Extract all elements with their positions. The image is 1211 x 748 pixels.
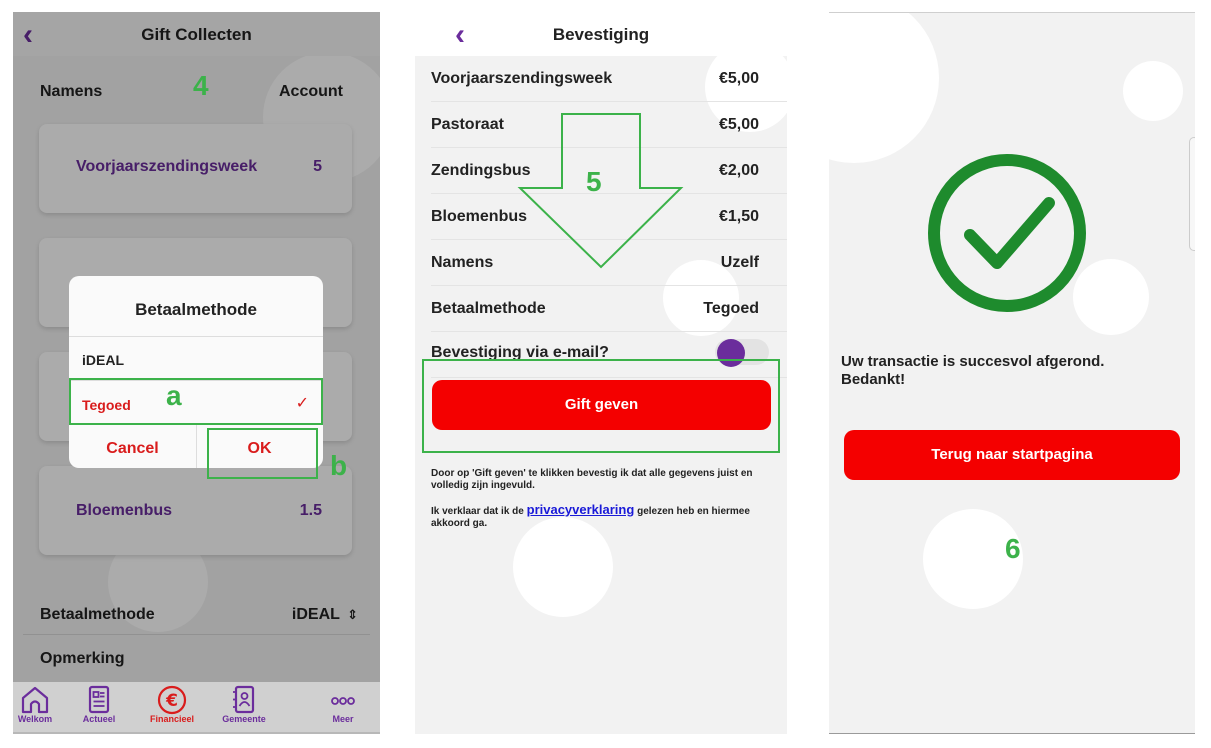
terug-naar-startpagina-button[interactable]: Terug naar startpagina xyxy=(844,430,1180,480)
disclaimer-text: Door op 'Gift geven' te klikken bevestig… xyxy=(431,468,753,491)
tab-label: Gemeente xyxy=(222,714,266,724)
row-value: €2,00 xyxy=(718,162,759,179)
transaction-success-screen: Uw transactie is succesvol afgerond. Bed… xyxy=(829,12,1195,734)
row-label: Voorjaarszendingsweek xyxy=(431,70,613,87)
row-value: €5,00 xyxy=(718,116,759,133)
summary-row: Betaalmethode Tegoed xyxy=(415,286,787,332)
tab-welkom[interactable]: Welkom xyxy=(13,684,65,724)
bottom-tab-bar: Welkom Actueel € Financieel Gemeente Mee… xyxy=(13,682,380,732)
row-label: Namens xyxy=(431,254,494,271)
privacy-text-before: Ik verklaar dat ik de xyxy=(431,506,527,517)
row-label: Bloemenbus xyxy=(431,208,528,225)
success-message: Uw transactie is succesvol afgerond. Bed… xyxy=(841,353,1105,388)
step-5-annotation: 5 xyxy=(586,166,602,197)
option-ideal[interactable]: iDEAL xyxy=(82,352,124,368)
page-title: Bevestiging xyxy=(552,25,650,44)
row-label: Betaalmethode xyxy=(431,300,546,317)
row-value: €1,50 xyxy=(718,208,759,225)
success-checkmark-icon xyxy=(928,154,1086,312)
privacyverklaring-link[interactable]: privacyverklaring xyxy=(527,502,635,517)
background-circle xyxy=(513,517,613,617)
euro-icon: € xyxy=(157,685,187,715)
more-icon xyxy=(331,697,355,705)
tab-label: Financieel xyxy=(149,714,194,724)
tab-financieel[interactable]: € Financieel xyxy=(142,684,202,724)
annotation-b: b xyxy=(330,450,348,481)
tab-meer[interactable]: Meer xyxy=(313,684,373,724)
highlight-tegoed xyxy=(69,378,323,425)
privacy-text: Ik verklaar dat ik de privacyverklaring … xyxy=(431,502,776,530)
row-value: Tegoed xyxy=(703,300,759,317)
step-4-annotation: 4 xyxy=(193,70,209,101)
contacts-icon xyxy=(233,685,255,714)
tab-label: Actueel xyxy=(82,714,116,724)
header: ‹ Bevestiging xyxy=(415,12,787,56)
annotation-a: a xyxy=(166,380,182,411)
gift-collecten-screen: ‹ Gift Collecten Namens Account Voorjaar… xyxy=(13,12,380,734)
highlight-ok xyxy=(207,428,318,479)
news-icon xyxy=(88,685,110,714)
svg-text:€: € xyxy=(165,691,178,711)
divider xyxy=(69,336,323,337)
scroll-indicator xyxy=(1189,137,1195,251)
background-circle xyxy=(829,13,939,163)
highlight-gift-geven xyxy=(422,359,780,453)
background-circle xyxy=(1123,61,1183,121)
tab-label: Welkom xyxy=(17,714,53,724)
row-value: Uzelf xyxy=(720,254,759,271)
tab-gemeente[interactable]: Gemeente xyxy=(214,684,274,724)
summary-row: Voorjaarszendingsweek €5,00 xyxy=(415,56,787,102)
cancel-button[interactable]: Cancel xyxy=(69,440,196,458)
tab-label: Meer xyxy=(332,714,354,724)
tab-actueel[interactable]: Actueel xyxy=(69,684,129,724)
row-label: Pastoraat xyxy=(431,116,504,133)
step-6-annotation: 6 xyxy=(1005,533,1021,564)
home-icon xyxy=(21,686,49,714)
row-value: €5,00 xyxy=(718,70,759,87)
dialog-title: Betaalmethode xyxy=(135,300,257,319)
